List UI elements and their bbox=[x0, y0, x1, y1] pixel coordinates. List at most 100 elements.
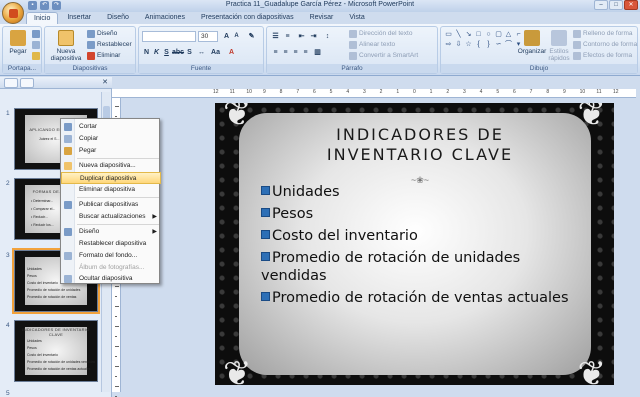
textbox-shape-icon[interactable]: ▭ bbox=[444, 30, 453, 39]
menu-item-delete-slide[interactable]: Eliminar diapositiva bbox=[61, 184, 161, 196]
publish-icon bbox=[64, 201, 72, 209]
text-direction-button[interactable]: Dirección del texto bbox=[349, 29, 412, 39]
align-center-button[interactable]: ≡ bbox=[281, 48, 290, 57]
line-shape-icon[interactable]: ╲ bbox=[454, 30, 463, 39]
menu-item-format-background[interactable]: Formato del fondo... bbox=[61, 250, 161, 262]
shape-fill-label: Relleno de forma bbox=[583, 30, 633, 37]
grow-font-button[interactable]: A bbox=[222, 32, 231, 41]
line-spacing-button[interactable]: ↕ bbox=[323, 32, 332, 41]
close-button[interactable]: ✕ bbox=[624, 0, 638, 10]
smartart-button[interactable]: Convertir a SmartArt bbox=[349, 51, 418, 61]
decrease-indent-button[interactable]: ⇤ bbox=[297, 32, 306, 41]
outline-tab[interactable] bbox=[20, 78, 34, 88]
shape-effects-button[interactable]: Efectos de forma bbox=[573, 51, 632, 61]
justify-button[interactable]: ≡ bbox=[301, 48, 310, 57]
menu-item-paste[interactable]: Pegar bbox=[61, 145, 161, 157]
menu-item-layout[interactable]: Diseño ▶ bbox=[61, 226, 161, 238]
ruler-number: 9 bbox=[563, 89, 566, 95]
copy-small-button[interactable] bbox=[32, 40, 40, 50]
tab-inicio[interactable]: Inicio bbox=[26, 12, 59, 24]
darrow-shape-icon[interactable]: ⇩ bbox=[454, 40, 463, 49]
menu-item-copy[interactable]: Copiar bbox=[61, 133, 161, 145]
numbering-button[interactable]: ≡ bbox=[283, 32, 292, 41]
curve-shape-icon[interactable]: ∽ bbox=[494, 40, 503, 49]
slide-number: 2 bbox=[6, 180, 10, 187]
slide-title[interactable]: INDICADORES DE INVENTARIO CLAVE bbox=[275, 125, 565, 165]
ruler-number: 6 bbox=[313, 89, 316, 95]
tab-insertar[interactable]: Insertar bbox=[60, 12, 98, 24]
brace-shape-icon[interactable]: ⌒ bbox=[504, 40, 513, 49]
triangle-shape-icon[interactable]: △ bbox=[504, 30, 513, 39]
ruler-number: 12 bbox=[213, 89, 219, 95]
menu-item-reset-slide[interactable]: Restablecer diapositiva bbox=[61, 238, 161, 250]
columns-button[interactable]: ▥ bbox=[313, 48, 322, 57]
arrange-button[interactable]: Organizar bbox=[517, 29, 547, 64]
ruler-tick bbox=[115, 356, 117, 357]
spacing-button[interactable]: ↔ bbox=[197, 48, 206, 57]
cut-small-button[interactable] bbox=[32, 29, 40, 39]
underline-button[interactable]: S bbox=[162, 48, 171, 57]
star-shape-icon[interactable]: ☆ bbox=[464, 40, 473, 49]
quick-styles-button[interactable]: Estilos rápidos bbox=[547, 29, 571, 64]
bullets-button[interactable]: ☰ bbox=[271, 32, 280, 41]
shape-outline-button[interactable]: Contorno de forma bbox=[573, 40, 637, 50]
menu-item-cut[interactable]: Cortar bbox=[61, 121, 161, 133]
shape-outline-label: Contorno de forma bbox=[583, 41, 638, 48]
reset-button[interactable]: Restablecer bbox=[87, 40, 132, 50]
font-size-combo[interactable]: 30 bbox=[198, 31, 218, 42]
new-slide-button[interactable]: Nueva diapositiva bbox=[47, 29, 85, 64]
bold-button[interactable]: N bbox=[142, 48, 151, 57]
close-pane-icon[interactable]: ✕ bbox=[102, 78, 108, 86]
shrink-font-button[interactable]: A bbox=[232, 32, 241, 41]
copy-icon bbox=[32, 41, 40, 49]
font-color-button[interactable]: A bbox=[227, 48, 236, 57]
tab-animaciones[interactable]: Animaciones bbox=[138, 12, 192, 24]
shapes-gallery[interactable]: ▭ ╲ ↘ □ ○ ▢ △ ⌐ ⇨ ⇩ ☆ { } ∽ ⌒ ▾ bbox=[444, 30, 523, 49]
thumb-line: Juárez el S... bbox=[39, 137, 60, 141]
rarrow-shape-icon[interactable]: ⇨ bbox=[444, 40, 453, 49]
align-left-button[interactable]: ≡ bbox=[271, 48, 280, 57]
curly2-shape-icon[interactable]: } bbox=[484, 40, 493, 49]
shape-fill-button[interactable]: Relleno de forma bbox=[573, 29, 633, 39]
arrow-shape-icon[interactable]: ↘ bbox=[464, 30, 473, 39]
menu-item-duplicate-slide[interactable]: Duplicar diapositiva bbox=[61, 172, 161, 184]
slides-tab[interactable] bbox=[4, 78, 18, 88]
format-painter-button[interactable] bbox=[32, 51, 40, 61]
tab-presentacion[interactable]: Presentación con diapositivas bbox=[194, 12, 301, 24]
strikethrough-button[interactable]: abc bbox=[172, 48, 184, 57]
case-button[interactable]: Aa bbox=[211, 48, 220, 57]
layout-button[interactable]: Diseño bbox=[87, 29, 117, 39]
tab-revisar[interactable]: Revisar bbox=[303, 12, 341, 24]
paste-icon bbox=[10, 30, 26, 46]
curly-shape-icon[interactable]: { bbox=[474, 40, 483, 49]
horizontal-ruler: 12 11 10 9 8 7 6 5 4 3 2 1 0 1 2 3 4 5 6 7 8 9 10 11 12 bbox=[112, 89, 636, 98]
align-text-button[interactable]: Alinear texto bbox=[349, 40, 395, 50]
italic-button[interactable]: K bbox=[152, 48, 161, 57]
oval-shape-icon[interactable]: ○ bbox=[484, 30, 493, 39]
clear-format-button[interactable]: ✎ bbox=[247, 32, 256, 41]
minimize-button[interactable]: – bbox=[594, 0, 608, 10]
slide-thumbnail[interactable]: INDICADORES DE INVENTARIO CLAVE Unidades… bbox=[14, 320, 98, 382]
ruler-number: 9 bbox=[263, 89, 266, 95]
menu-item-check-updates[interactable]: Buscar actualizaciones ▶ bbox=[61, 211, 161, 223]
menu-item-new-slide[interactable]: Nueva diapositiva... bbox=[61, 160, 161, 172]
rounded-rect-shape-icon[interactable]: ▢ bbox=[494, 30, 503, 39]
font-name-combo[interactable] bbox=[142, 31, 196, 42]
rect-shape-icon[interactable]: □ bbox=[474, 30, 483, 39]
title-bar: ▪ ↶ ↷ Practica 11_Guadalupe García Pérez… bbox=[0, 0, 640, 12]
align-right-button[interactable]: ≡ bbox=[291, 48, 300, 57]
shadow-button[interactable]: S bbox=[185, 48, 194, 57]
delete-slide-button[interactable]: Eliminar bbox=[87, 51, 120, 61]
tab-vista[interactable]: Vista bbox=[342, 12, 371, 24]
maximize-button[interactable]: □ bbox=[609, 0, 623, 10]
main-slide[interactable]: ❦ ❦ ❦ ❦ INDICADORES DE INVENTARIO CLAVE … bbox=[215, 103, 614, 385]
slide-body[interactable]: Unidades Pesos Costo del inventario Prom… bbox=[261, 183, 581, 311]
tab-diseno[interactable]: Diseño bbox=[100, 12, 136, 24]
office-button[interactable] bbox=[2, 2, 24, 24]
paste-button[interactable]: Pegar bbox=[5, 29, 31, 64]
shape-effects-label: Efectos de forma bbox=[583, 52, 633, 59]
increase-indent-button[interactable]: ⇥ bbox=[309, 32, 318, 41]
slide-number: 3 bbox=[6, 252, 10, 259]
menu-item-hide-slide[interactable]: Ocultar diapositiva bbox=[61, 273, 161, 285]
menu-item-publish-slides[interactable]: Publicar diapositivas bbox=[61, 199, 161, 211]
